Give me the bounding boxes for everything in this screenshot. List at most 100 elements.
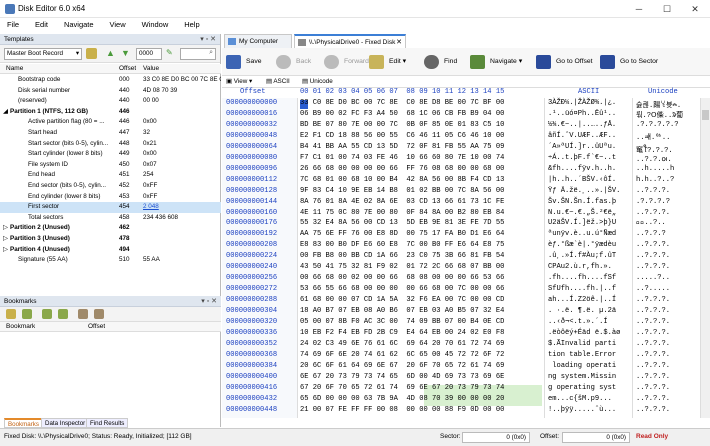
row-unicode[interactable]: ..?.?.?. xyxy=(636,296,670,304)
expand-icon[interactable]: ▷ xyxy=(3,223,8,234)
row-ascii[interactable]: ÷Á..t.þF.f`€~..t xyxy=(548,154,616,162)
col-bookmark-header[interactable]: Bookmark xyxy=(6,322,35,331)
template-row[interactable]: Active partition flag (80 = ... 446 0x00 xyxy=(0,117,221,128)
row-hex-bytes[interactable]: BD BE 07 80 7E 00 00 7C 0B 0F 85 0E 01 8… xyxy=(300,121,504,129)
template-row[interactable]: Start sector (bits 0-5), cylin... 448 0x21 xyxy=(0,139,221,150)
find-button[interactable]: Find xyxy=(422,50,460,74)
vertical-scrollbar[interactable] xyxy=(700,98,710,418)
arrow-down-icon[interactable]: ▼ xyxy=(121,48,131,59)
row-offset[interactable]: 000000000288 xyxy=(226,296,277,304)
row-unicode[interactable]: ..?.?.?. xyxy=(636,318,670,326)
row-unicode[interactable]: .....?.. xyxy=(636,274,670,282)
row-unicode[interactable]: ..?.?.?. xyxy=(636,384,670,392)
template-row[interactable]: ◢ Partition 1 (NTFS, 112 GB) 446 xyxy=(0,107,221,118)
template-row[interactable]: ▷ Partition 4 (Unused) 494 xyxy=(0,245,221,256)
row-ascii[interactable]: Šv.ŠN.Šn.Í.fas.þ xyxy=(548,198,616,206)
scroll-thumb[interactable] xyxy=(702,110,709,120)
row-hex-bytes[interactable]: AA 75 6E FF 76 00 E8 8D 00 75 17 FA B0 D… xyxy=(300,230,504,238)
row-offset[interactable]: 000000000448 xyxy=(226,406,277,414)
row-unicode[interactable]: ..?.?.?. xyxy=(636,362,670,370)
menu-help[interactable]: Help xyxy=(177,18,206,31)
row-offset[interactable]: 000000000144 xyxy=(226,198,277,206)
expand-icon[interactable]: ◢ xyxy=(3,107,8,118)
row-ascii[interactable]: CPAu2.ù.r,fh.». xyxy=(548,263,612,271)
row-ascii[interactable]: g operating syst xyxy=(548,384,616,392)
goto-offset-button[interactable]: Go to Offset xyxy=(534,50,594,74)
template-offset-input[interactable]: 0000 xyxy=(136,48,162,60)
row-offset[interactable]: 000000000128 xyxy=(226,187,277,195)
row-hex-bytes[interactable]: 06 B9 00 02 FC F3 A4 50 68 1C 06 CB FB B… xyxy=(300,110,504,118)
row-ascii[interactable]: .¹..üó¤Ph..Ëû¹.. xyxy=(548,110,616,118)
row-ascii[interactable]: ªunÿv.è..u.ú°Ñæd xyxy=(548,230,616,238)
template-row[interactable]: Total sectors 458 234 436 608 xyxy=(0,213,221,224)
template-row[interactable]: Start cylinder (lower 8 bits) 449 0x00 xyxy=(0,149,221,160)
row-ascii[interactable]: $.ÃInvalid parti xyxy=(548,340,616,348)
row-hex-bytes[interactable]: 8A 76 01 8A 4E 02 8A 6E 03 CD 13 66 61 7… xyxy=(300,198,504,206)
row-unicode[interactable]: 뤆.?ꓳ偨..ᱨ蔔 xyxy=(636,110,683,120)
row-ascii[interactable]: loading operati xyxy=(548,362,616,370)
row-hex-bytes[interactable]: 00 66 68 00 02 00 00 66 68 08 00 00 00 6… xyxy=(300,274,504,282)
row-offset[interactable]: 000000000048 xyxy=(226,132,277,140)
row-ascii[interactable]: ½¾.€~..|..…..ƒÅ. xyxy=(548,121,616,129)
row-offset[interactable]: 000000000080 xyxy=(226,154,277,162)
expand-icon[interactable]: ▷ xyxy=(3,234,8,245)
row-unicode[interactable]: ..?..... xyxy=(636,285,670,293)
template-dropdown[interactable]: Master Boot Record ▾ xyxy=(4,48,82,60)
row-hex-bytes[interactable]: 18 A0 B7 07 EB 08 A0 B6 07 EB 03 A0 B5 0… xyxy=(300,307,504,315)
row-unicode[interactable]: ..?.?.?. xyxy=(636,209,670,217)
maximize-button[interactable]: ☐ xyxy=(653,0,681,18)
row-unicode[interactable]: ..h.....h xyxy=(636,165,674,173)
row-unicode[interactable]: ..?.?.?. xyxy=(636,351,670,359)
row-offset[interactable]: 000000000064 xyxy=(226,143,277,151)
pencil-icon[interactable]: ✎ xyxy=(166,48,176,59)
row-ascii[interactable]: SfUfh....fh.|..f xyxy=(548,285,616,293)
row-offset[interactable]: 000000000096 xyxy=(226,165,277,173)
row-hex-bytes[interactable]: 10 EB F2 F4 EB FD 2B C9 E4 64 EB 00 24 0… xyxy=(300,329,504,337)
row-offset[interactable]: 000000000304 xyxy=(226,307,277,315)
row-ascii[interactable]: U2äŠV.Í.]ëž.>þ}U xyxy=(548,219,616,227)
row-offset[interactable]: 000000000176 xyxy=(226,219,277,227)
col-offset-header[interactable]: Offset xyxy=(119,64,136,73)
delete-bookmark-icon[interactable] xyxy=(78,309,88,319)
row-hex-bytes[interactable]: 4E 11 75 0C 80 7E 00 80 0F 84 8A 00 B2 8… xyxy=(300,209,504,217)
row-hex-bytes[interactable]: E8 83 00 B0 DF E6 60 E8 7C 00 B0 FF E6 6… xyxy=(300,241,504,249)
row-offset[interactable]: 000000000032 xyxy=(226,121,277,129)
tab-data-inspector[interactable]: Data Inspector xyxy=(41,418,90,428)
ascii-toggle[interactable]: ▤ ASCII xyxy=(266,76,290,88)
row-ascii[interactable]: . ·.ë. ¶.ë. µ.2ä xyxy=(548,307,616,315)
row-hex-bytes[interactable]: 6E 67 20 73 79 73 74 65 6D 00 4D 69 73 7… xyxy=(300,373,504,381)
row-hex-bytes[interactable]: 33 C0 8E D0 BC 00 7C 8E C0 8E D8 BE 00 7… xyxy=(300,99,504,107)
hex-grid[interactable]: 000000000000 33 C0 8E D0 BC 00 7C 8E C0 8… xyxy=(222,99,710,419)
menu-file[interactable]: File xyxy=(0,18,26,31)
row-unicode[interactable]: h.h..?..? xyxy=(636,176,674,184)
row-ascii[interactable]: N.u.€~.€.„Š.²€ë„ xyxy=(548,209,616,217)
clear-bookmarks-icon[interactable] xyxy=(94,309,104,319)
row-offset[interactable]: 000000000320 xyxy=(226,318,277,326)
row-unicode[interactable]: ..?.?.?. xyxy=(636,241,670,249)
row-offset[interactable]: 000000000224 xyxy=(226,252,277,260)
row-hex-bytes[interactable]: 7C 68 01 00 68 10 00 B4 42 8A 56 00 8B F… xyxy=(300,176,504,184)
row-offset[interactable]: 000000000192 xyxy=(226,230,277,238)
template-row[interactable]: End head 451 254 xyxy=(0,170,221,181)
pane-pin-close-icons[interactable]: ▾ ▫ ✕ xyxy=(201,297,217,305)
row-unicode[interactable]: 슳킎.踼ꒀ븃ⰾ. xyxy=(636,99,681,110)
row-ascii[interactable]: !..þÿÿ.....ˆù... xyxy=(548,406,616,414)
template-row[interactable]: File system ID 450 0x07 xyxy=(0,160,221,171)
add-bookmark-icon[interactable] xyxy=(6,309,16,319)
row-offset[interactable]: 000000000384 xyxy=(226,362,277,370)
template-row[interactable]: Start head 447 32 xyxy=(0,128,221,139)
template-search-input[interactable]: ⌕ xyxy=(180,48,216,60)
row-ascii[interactable]: .ëòôëý+Éäd ë.$.àø xyxy=(548,329,620,337)
col-value-header[interactable]: Value xyxy=(143,64,159,73)
row-hex-bytes[interactable]: 67 20 6F 70 65 72 61 74 69 6E 67 20 73 7… xyxy=(300,384,504,392)
row-offset[interactable]: 000000000112 xyxy=(226,176,277,184)
row-unicode[interactable]: ..?.?.?. xyxy=(636,252,670,260)
row-hex-bytes[interactable]: 74 69 6F 6E 20 74 61 62 6C 65 00 45 72 7… xyxy=(300,351,504,359)
col-name-header[interactable]: Name xyxy=(6,64,23,73)
arrow-up-icon[interactable]: ▲ xyxy=(106,48,116,59)
row-offset[interactable]: 000000000208 xyxy=(226,241,277,249)
tab-physical-drive[interactable]: \\.\PhysicalDrive0 - Fixed Disk ✕ xyxy=(294,34,406,48)
tab-bookmarks[interactable]: Bookmarks xyxy=(4,418,43,428)
row-unicode[interactable]: .?.?.?.? xyxy=(636,198,670,206)
back-button[interactable]: Back xyxy=(274,50,316,74)
